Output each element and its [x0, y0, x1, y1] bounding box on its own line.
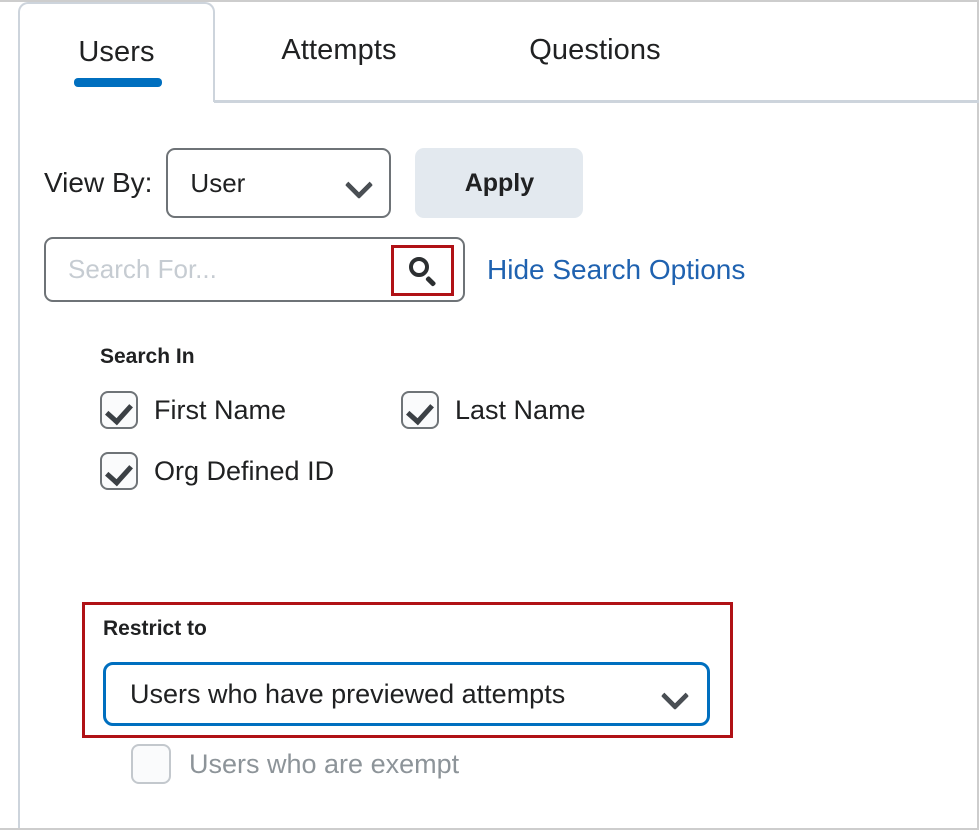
apply-button[interactable]: Apply	[415, 148, 584, 218]
tab-users[interactable]: Users	[18, 2, 215, 102]
checkbox-users-who-are-exempt-box[interactable]	[131, 744, 171, 784]
search-button-highlight[interactable]	[391, 245, 454, 296]
search-field-wrapper[interactable]	[44, 237, 465, 302]
search-in-row-2: Org Defined ID	[100, 452, 586, 490]
checkbox-users-who-are-exempt[interactable]: Users who are exempt	[131, 744, 459, 784]
tab-attempts-label: Attempts	[281, 34, 397, 66]
search-input[interactable]	[68, 254, 388, 285]
checkbox-org-defined-id-box[interactable]	[100, 452, 138, 490]
search-icon	[408, 256, 437, 287]
restrict-to-title: Restrict to	[103, 617, 207, 640]
checkbox-first-name-label: First Name	[154, 394, 287, 425]
tab-users-label: Users	[78, 36, 155, 68]
tab-questions-label: Questions	[529, 34, 661, 66]
search-in-group: Search In First Name Last Name Org Defin…	[100, 345, 586, 513]
hide-search-options-link[interactable]: Hide Search Options	[487, 254, 745, 286]
checkbox-first-name-box[interactable]	[100, 391, 138, 429]
view-by-row: View By: User Apply	[44, 148, 584, 218]
view-by-select-value: User	[190, 167, 246, 198]
search-in-title: Search In	[100, 345, 195, 368]
restrict-to-select-value: Users who have previewed attempts	[130, 678, 566, 709]
tab-questions[interactable]: Questions	[495, 2, 695, 102]
tab-attempts[interactable]: Attempts	[240, 2, 438, 102]
tab-active-indicator	[74, 78, 162, 87]
chevron-down-icon	[347, 172, 369, 194]
search-row: Hide Search Options	[44, 237, 745, 302]
checkbox-last-name-label: Last Name	[455, 394, 586, 425]
checkbox-users-who-are-exempt-label: Users who are exempt	[189, 748, 460, 779]
view-by-select[interactable]: User	[166, 148, 392, 218]
checkbox-org-defined-id-label: Org Defined ID	[154, 455, 335, 486]
restrict-to-highlight: Restrict to Users who have previewed att…	[82, 602, 733, 738]
view-by-label: View By:	[44, 167, 153, 198]
checkbox-org-defined-id[interactable]: Org Defined ID	[100, 452, 334, 490]
restrict-to-select[interactable]: Users who have previewed attempts	[103, 662, 710, 726]
search-in-row-1: First Name Last Name	[100, 391, 586, 429]
checkbox-last-name[interactable]: Last Name	[401, 391, 586, 429]
checkbox-first-name[interactable]: First Name	[100, 391, 286, 429]
chevron-down-icon	[663, 683, 685, 705]
tab-strip: Users Attempts Questions	[0, 2, 979, 103]
checkbox-last-name-box[interactable]	[401, 391, 440, 429]
quiz-stats-panel: Users Attempts Questions View By: User A…	[0, 0, 979, 830]
